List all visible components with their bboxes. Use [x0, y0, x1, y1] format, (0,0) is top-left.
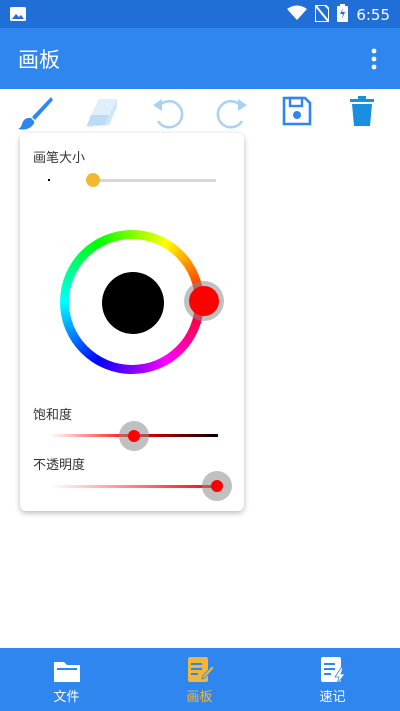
nav-item-files[interactable]: 文件: [0, 648, 133, 711]
nav-label-quick-notes: 速记: [319, 690, 346, 705]
brush-icon[interactable]: [18, 95, 53, 130]
opacity-track: [50, 485, 218, 488]
note-edit-icon: [186, 656, 215, 684]
saturation-thumb-dot: [128, 430, 140, 442]
quick-note-icon: [319, 656, 347, 685]
opacity-label: 不透明度: [33, 458, 86, 473]
brush-size-track: [90, 179, 216, 182]
drawing-toolbar: [0, 89, 400, 133]
brush-size-label: 画笔大小: [33, 151, 86, 166]
nav-label-drawing-board: 画板: [186, 690, 213, 705]
brush-size-thumb[interactable]: [86, 173, 100, 187]
more-options-icon[interactable]: [362, 46, 386, 72]
bottom-navigation: 文件 画板 速记: [0, 648, 400, 711]
color-preview: [102, 272, 164, 334]
brush-size-dot: [48, 179, 50, 181]
opacity-thumb-dot: [211, 480, 223, 492]
no-sim-icon: [314, 3, 331, 26]
status-icons: 6:55: [287, 3, 390, 26]
app-bar: 画板: [0, 28, 400, 89]
nav-label-files: 文件: [53, 690, 80, 705]
clock: 6:55: [356, 6, 390, 24]
saturation-label: 饱和度: [33, 408, 73, 423]
battery-charging-icon: [337, 4, 349, 26]
delete-icon[interactable]: [347, 95, 381, 129]
folder-icon: [53, 656, 81, 684]
wifi-icon: [287, 5, 308, 25]
selected-color-dot: [189, 286, 219, 316]
nav-item-drawing-board[interactable]: 画板: [133, 648, 266, 711]
redo-icon[interactable]: [214, 95, 248, 129]
brush-settings-panel: 画笔大小 饱和度 不透明度: [20, 133, 244, 511]
status-bar: 6:55: [0, 0, 400, 28]
gallery-icon: [10, 6, 26, 25]
page-title: 画板: [18, 48, 60, 72]
nav-item-quick-notes[interactable]: 速记: [266, 648, 399, 711]
save-icon[interactable]: [281, 95, 315, 129]
eraser-icon[interactable]: [85, 95, 119, 129]
undo-icon[interactable]: [150, 95, 184, 129]
